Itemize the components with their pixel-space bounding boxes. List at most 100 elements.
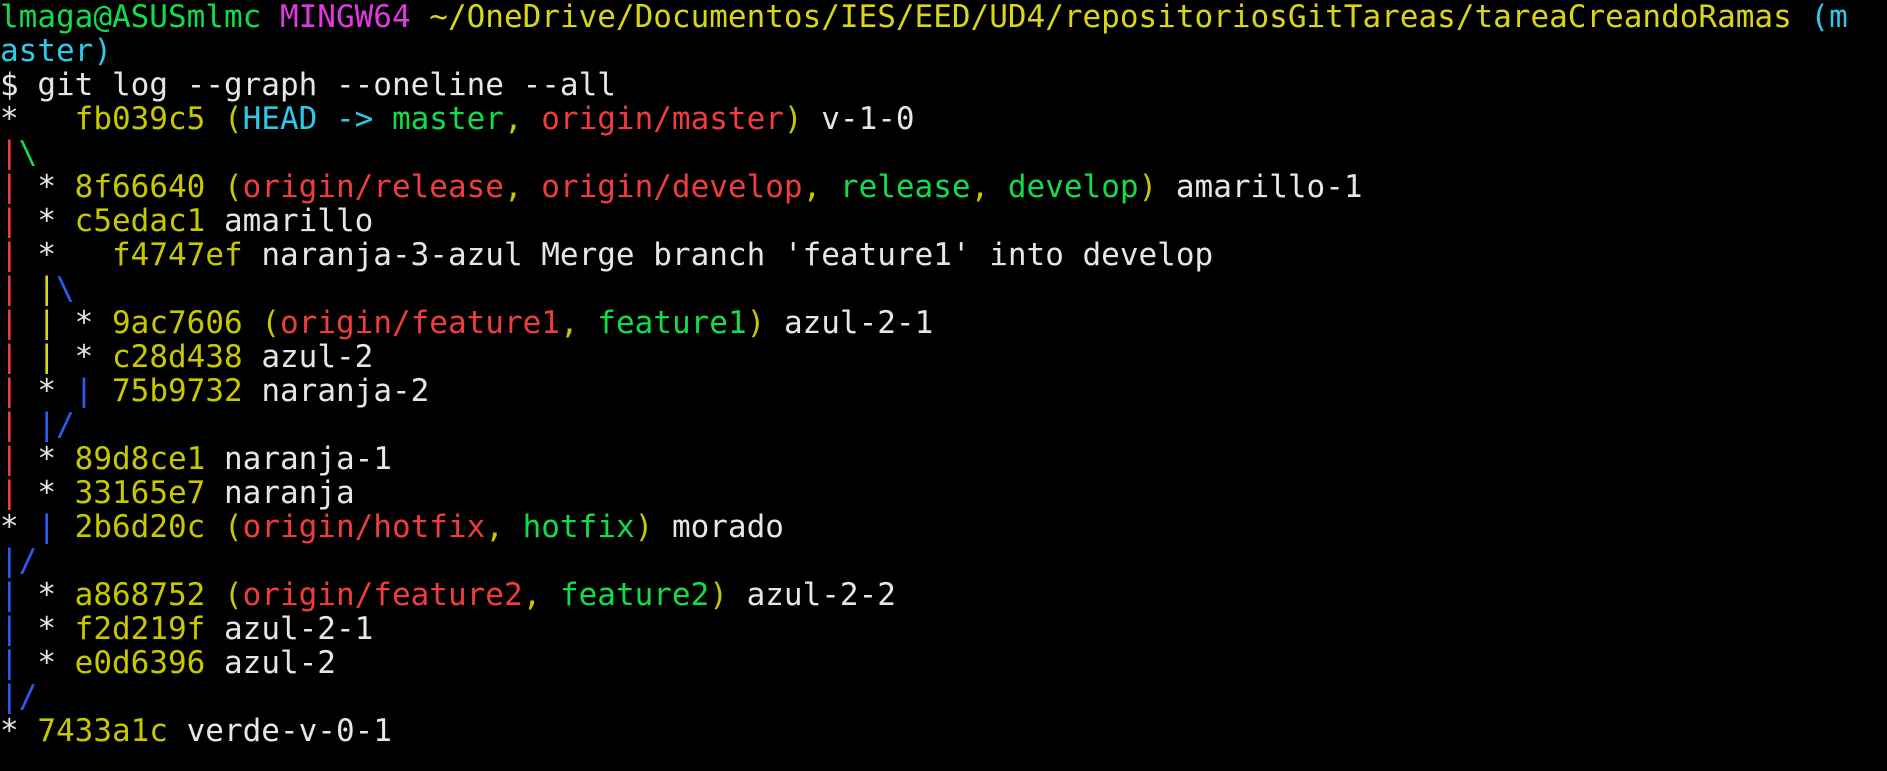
log-segment: origin/master [541, 102, 784, 136]
command-line[interactable]: $ git log --graph --oneline --all [0, 68, 1887, 102]
log-segment: origin/feature2 [242, 578, 523, 612]
log-line: * 7433a1c verde-v-0-1 [0, 714, 1887, 748]
log-line: | * a868752 (origin/feature2, feature2) … [0, 578, 1887, 612]
log-line: | |\ [0, 272, 1887, 306]
log-segment: | [0, 170, 19, 204]
log-segment: ( [205, 170, 243, 204]
log-segment: | [0, 204, 19, 238]
log-segment: | [0, 340, 19, 374]
log-segment: morado [653, 510, 784, 544]
prompt-line-2: aster) [0, 34, 1887, 68]
log-segment: master [391, 102, 504, 136]
log-segment [93, 374, 112, 408]
log-segment: ) [746, 306, 766, 340]
log-segment: | [37, 510, 56, 544]
log-line: |/ [0, 544, 1887, 578]
log-segment: * [18, 442, 75, 476]
log-line: | * 33165e7 naranja [0, 476, 1887, 510]
log-segment: | [0, 646, 19, 680]
log-segment: |/ [0, 544, 38, 578]
log-segment: * [18, 374, 75, 408]
log-line: | * e0d6396 azul-2 [0, 646, 1887, 680]
log-segment: * [0, 714, 38, 748]
log-segment: f4747ef [112, 238, 243, 272]
log-segment: origin/hotfix [242, 510, 486, 544]
log-segment: * [18, 646, 75, 680]
log-segment: 8f66640 [74, 170, 206, 204]
log-segment: | [0, 408, 19, 442]
log-segment [56, 510, 75, 544]
log-segment: 33165e7 [74, 476, 206, 510]
log-segment [19, 340, 38, 374]
log-segment: f2d219f [74, 612, 206, 646]
log-segment: 7433a1c [37, 714, 168, 748]
log-segment: * [18, 578, 75, 612]
log-segment: develop [1007, 170, 1139, 204]
log-segment: , [503, 170, 542, 204]
log-line: * fb039c5 (HEAD -> master, origin/master… [0, 102, 1887, 136]
log-segment: | [0, 442, 19, 476]
log-segment: , [522, 578, 560, 612]
log-segment: amarillo-1 [1157, 170, 1363, 204]
log-segment: |/ [0, 680, 38, 714]
log-line: | * f4747ef naranja-3-azul Merge branch … [0, 238, 1887, 272]
log-segment: a868752 [74, 578, 206, 612]
log-segment: naranja-3-azul Merge branch 'feature1' i… [242, 238, 1214, 272]
log-segment: * [18, 612, 75, 646]
log-segment: * [18, 238, 112, 272]
git-log-output: * fb039c5 (HEAD -> master, origin/master… [0, 102, 1887, 748]
log-segment: azul-2-2 [727, 578, 896, 612]
log-segment: |/ [37, 408, 75, 442]
log-segment: fb039c5 [74, 102, 206, 136]
log-segment: | [0, 578, 19, 612]
log-segment: 9ac7606 [112, 306, 243, 340]
log-segment: ( [242, 306, 280, 340]
log-segment [19, 306, 38, 340]
log-segment: release [839, 170, 971, 204]
log-segment: * [56, 340, 113, 374]
log-segment: ( [205, 578, 243, 612]
log-segment: origin/develop [541, 170, 803, 204]
prompt-msystem: MINGW64 [279, 0, 411, 34]
log-segment: 89d8ce1 [74, 442, 206, 476]
log-segment: azul-2 [205, 646, 336, 680]
log-segment: * [18, 476, 75, 510]
log-line: | * c5edac1 amarillo [0, 204, 1887, 238]
log-segment: , [970, 170, 1008, 204]
command-text[interactable]: git log --graph --oneline --all [37, 68, 616, 102]
log-line: |/ [0, 680, 1887, 714]
log-segment: * [18, 170, 75, 204]
log-segment: ) [634, 510, 654, 544]
log-line: |\ [0, 136, 1887, 170]
log-segment: azul-2-1 [205, 612, 374, 646]
prompt-branch-start: (m [1810, 0, 1848, 34]
log-segment: verde-v-0-1 [167, 714, 392, 748]
log-segment: 2b6d20c [74, 510, 206, 544]
log-segment: c28d438 [112, 340, 243, 374]
log-segment: azul-2 [242, 340, 374, 374]
log-segment: * [56, 306, 113, 340]
log-line: | | * 9ac7606 (origin/feature1, feature1… [0, 306, 1887, 340]
log-segment [19, 408, 38, 442]
log-segment: , [802, 170, 840, 204]
log-line: | |/ [0, 408, 1887, 442]
log-segment: naranja [205, 476, 355, 510]
log-segment: | [0, 612, 19, 646]
log-segment: origin/release [242, 170, 504, 204]
log-segment: | [0, 306, 19, 340]
log-segment: , [559, 306, 598, 340]
log-segment: ( [205, 102, 243, 136]
log-segment: | [37, 272, 57, 306]
log-segment: * [0, 102, 75, 136]
log-segment: | [0, 238, 19, 272]
log-segment: | [0, 374, 19, 408]
log-line: | * f2d219f azul-2-1 [0, 612, 1887, 646]
prompt-symbol: $ [0, 68, 19, 102]
log-segment: , [485, 510, 523, 544]
log-segment: ) [783, 102, 803, 136]
prompt-user-host: lmaga@ASUSmlmc [0, 0, 262, 34]
log-segment: * [0, 510, 38, 544]
terminal-window[interactable]: lmaga@ASUSmlmc MINGW64 ~/OneDrive/Docume… [0, 0, 1887, 771]
log-segment: 75b9732 [112, 374, 243, 408]
log-segment: | [74, 374, 94, 408]
